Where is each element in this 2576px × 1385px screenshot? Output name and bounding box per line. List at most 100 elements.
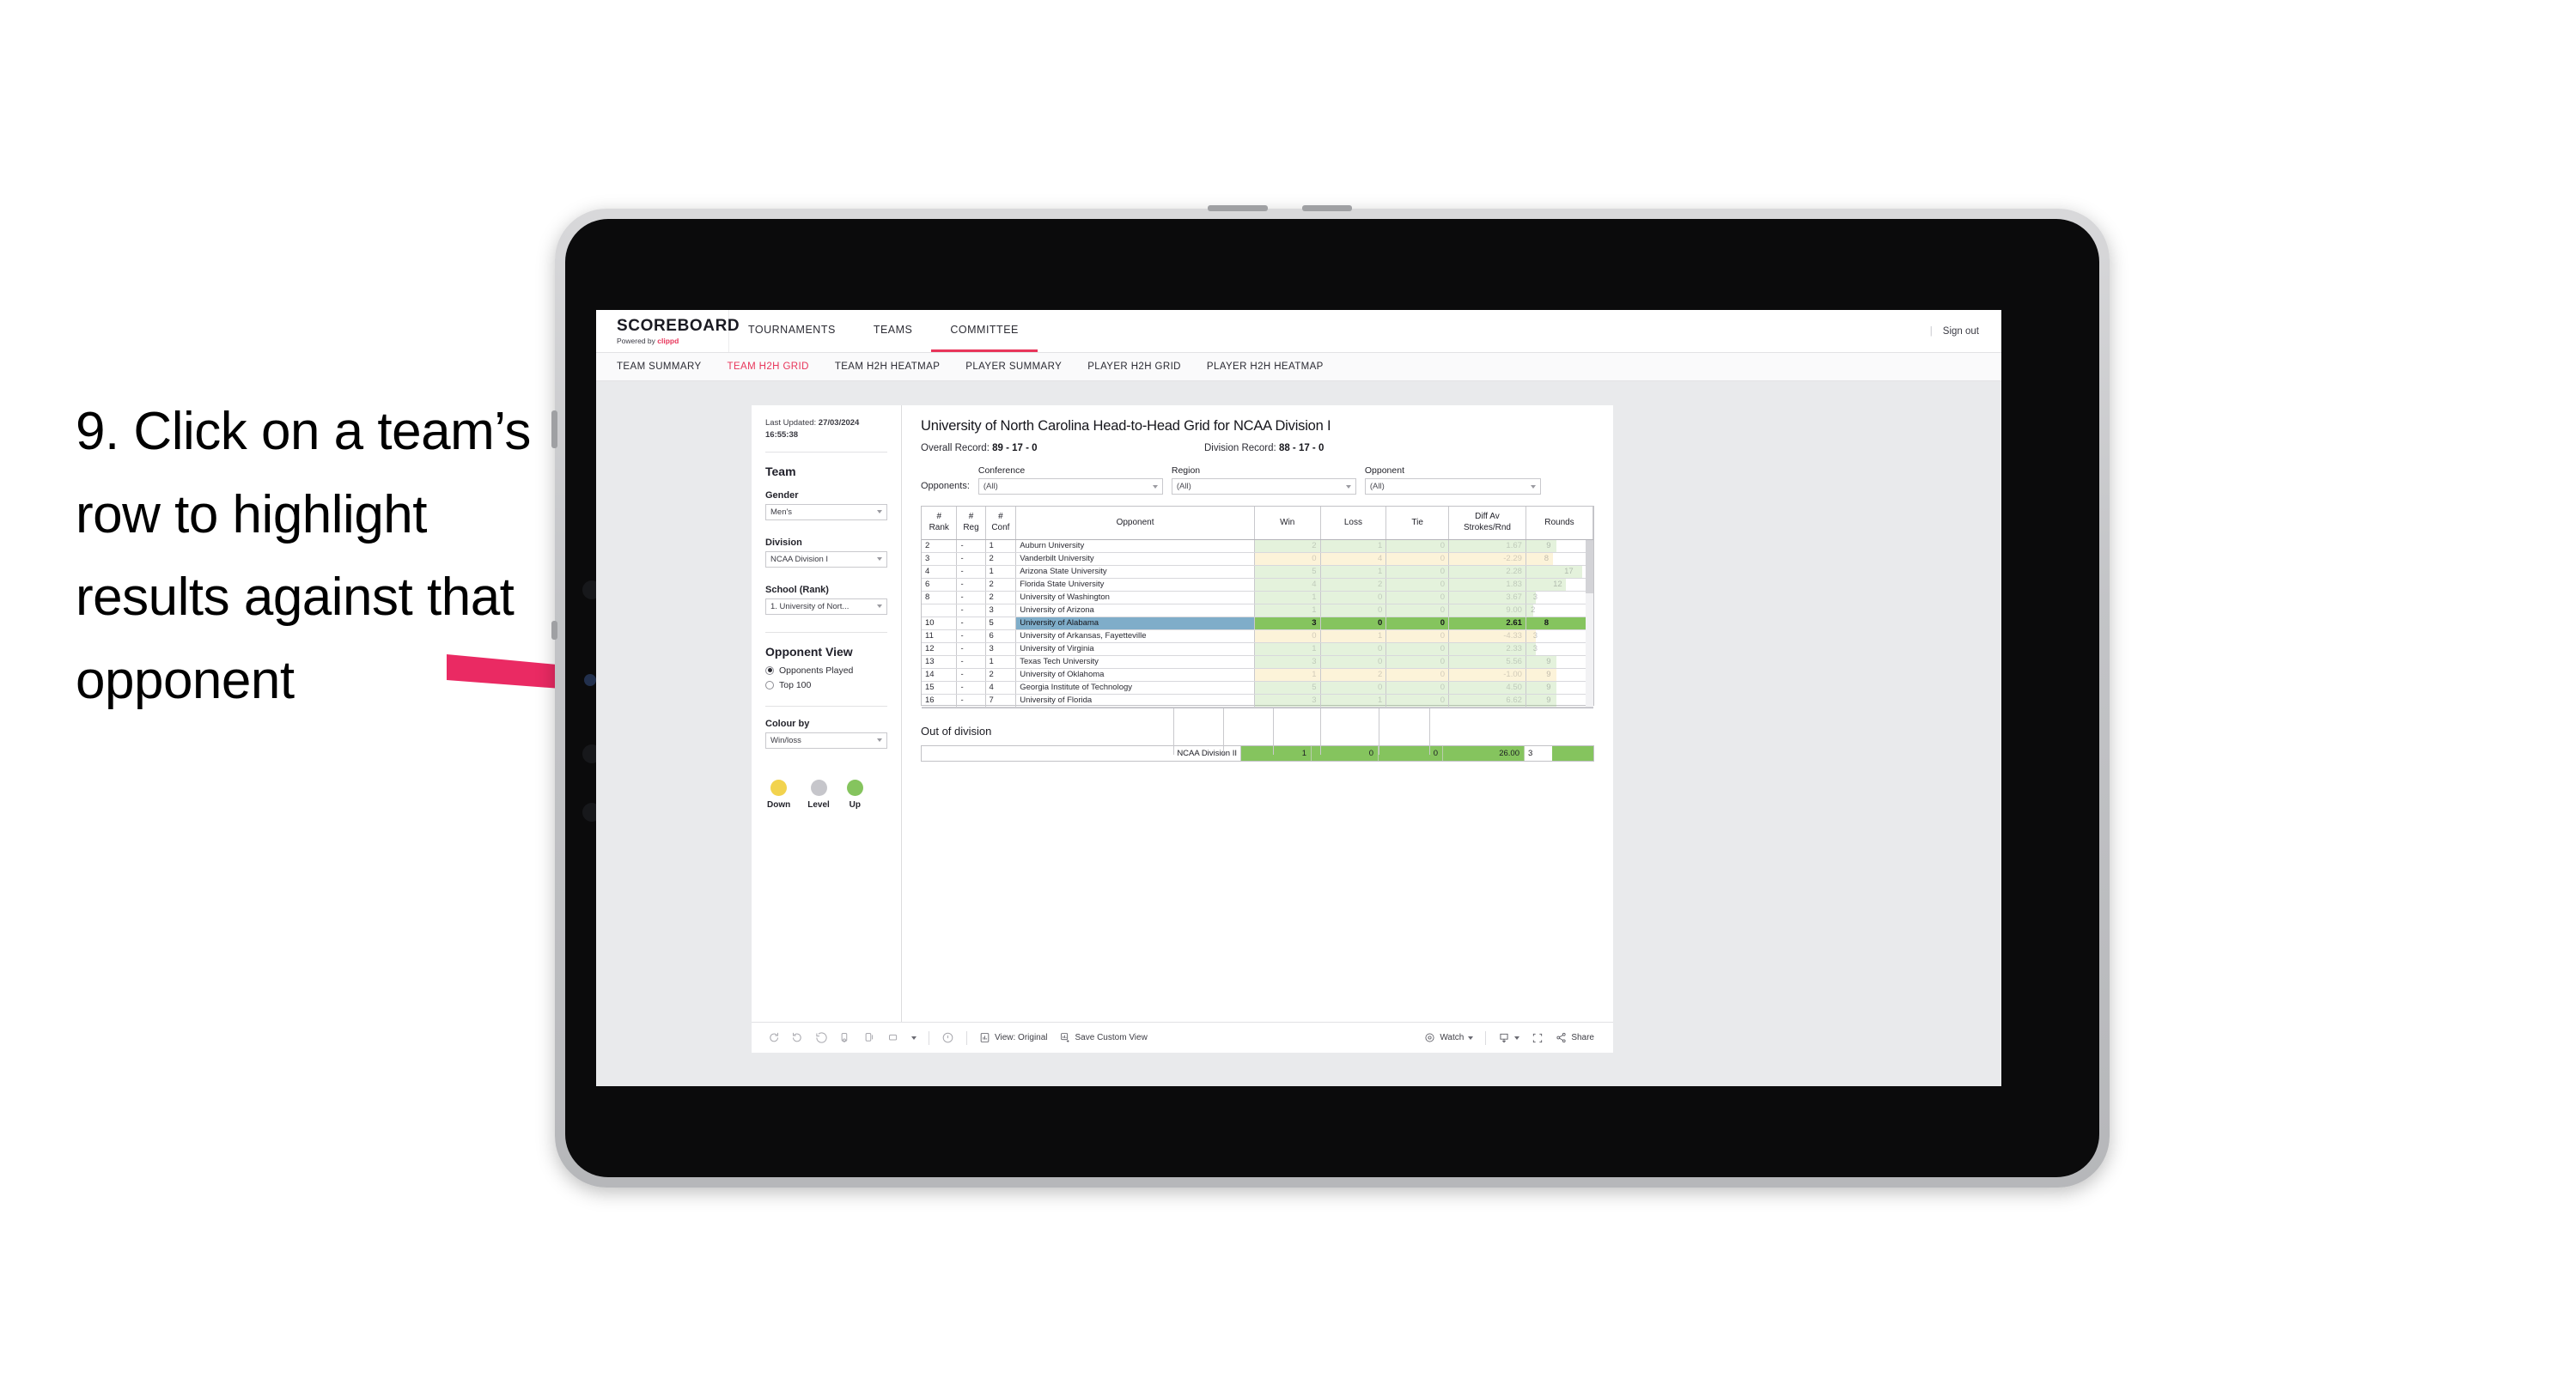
chevron-down-icon[interactable] — [911, 1036, 917, 1040]
region-select[interactable]: (All) — [1171, 478, 1356, 495]
fullscreen-icon[interactable] — [1532, 1032, 1544, 1044]
division-value: NCAA Division I — [770, 554, 829, 564]
header-divider: | — [1929, 325, 1933, 337]
grid-scrollbar[interactable] — [1586, 540, 1593, 707]
tab-team-summary[interactable]: TEAM SUMMARY — [617, 361, 702, 372]
radio-top-100-label: Top 100 — [779, 679, 812, 690]
cell-loss: 1 — [1320, 539, 1387, 553]
table-row[interactable]: 10-5 University of Alabama 3 0 0 2.61 8 — [922, 617, 1594, 630]
app-header: SCOREBOARD Powered by clippd TOURNAMENTS… — [596, 310, 2001, 353]
table-row[interactable]: 13-1 Texas Tech University 3 0 0 5.56 9 — [922, 655, 1594, 669]
cell-diff: -1.00 — [1448, 668, 1526, 682]
cell-loss: 2 — [1320, 668, 1387, 682]
dashboard-canvas: Last Updated: 27/03/2024 16:55:38 Team G… — [596, 381, 2001, 1086]
tab-player-summary[interactable]: PLAYER SUMMARY — [965, 361, 1062, 372]
chevron-down-icon[interactable] — [1514, 1036, 1520, 1040]
nav-teams[interactable]: TEAMS — [855, 310, 932, 352]
table-row[interactable]: 8-2 University of Washington 1 0 0 3.67 3 — [922, 591, 1594, 604]
redo-icon[interactable] — [791, 1031, 804, 1044]
overall-record-value: 89 - 17 - 0 — [992, 443, 1038, 453]
chevron-down-icon[interactable] — [1468, 1036, 1474, 1040]
help-icon[interactable] — [941, 1031, 954, 1044]
undo-icon[interactable] — [767, 1031, 780, 1044]
cell-conf: 2 — [985, 668, 1017, 682]
tab-team-h2h-grid[interactable]: TEAM H2H GRID — [728, 361, 809, 372]
cell-tie: 0 — [1385, 655, 1449, 669]
gender-select[interactable]: Men's — [765, 503, 887, 520]
legend-item-up: Up — [846, 779, 863, 810]
table-row[interactable]: -3 University of Arizona 1 0 0 9.00 2 — [922, 604, 1594, 617]
division-select[interactable]: NCAA Division I — [765, 550, 887, 568]
cell-reg: - — [956, 668, 986, 682]
refresh-icon[interactable] — [839, 1031, 852, 1044]
cell-rounds: 8 — [1526, 617, 1594, 630]
colour-by-select[interactable]: Win/loss — [765, 732, 887, 749]
header-right-cluster: | Sign out — [1930, 310, 2001, 352]
col-header-loss: Loss — [1320, 507, 1387, 540]
table-row[interactable]: 12-3 University of Virginia 1 0 0 2.33 3 — [922, 642, 1594, 656]
sign-out-link[interactable]: Sign out — [1943, 326, 1979, 337]
table-row[interactable]: 6-2 Florida State University 4 2 0 1.83 12 — [922, 578, 1594, 592]
share-button[interactable]: Share — [1556, 1032, 1594, 1043]
cell-diff: 2.61 — [1448, 617, 1526, 630]
primary-nav: TOURNAMENTS TEAMS COMMITTEE — [729, 310, 1038, 352]
chevron-down-icon — [1345, 484, 1351, 489]
device-top-button-1 — [1208, 205, 1268, 211]
cell-reg: - — [956, 565, 986, 579]
revert-icon[interactable] — [815, 1031, 828, 1044]
last-updated-label: Last Updated: — [765, 418, 817, 428]
tab-player-h2h-heatmap[interactable]: PLAYER H2H HEATMAP — [1207, 361, 1324, 372]
watch-button[interactable]: Watch — [1424, 1032, 1474, 1043]
nav-committee[interactable]: COMMITTEE — [931, 310, 1038, 352]
cell-diff: 5.56 — [1448, 655, 1526, 669]
region-value: (All) — [1176, 482, 1191, 491]
table-row[interactable]: 15-4 Georgia Institute of Technology 5 0 0 4.… — [922, 681, 1594, 695]
sensor-dot-icon — [584, 674, 596, 686]
view-original-button[interactable]: View: Original — [979, 1032, 1048, 1043]
pause-icon[interactable] — [863, 1031, 876, 1044]
pan-icon[interactable] — [887, 1031, 900, 1044]
h2h-grid[interactable]: # Rank # Reg # Conf Opponent Win Loss Tie D… — [921, 506, 1594, 755]
cell-tie: 0 — [1385, 629, 1449, 643]
conference-select[interactable]: (All) — [977, 478, 1163, 495]
gender-value: Men's — [770, 507, 793, 517]
table-row[interactable]: 16-7 University of Florida 3 1 0 6.62 9 — [922, 694, 1594, 708]
tab-player-h2h-grid[interactable]: PLAYER H2H GRID — [1087, 361, 1181, 372]
cell-tie: 0 — [1385, 552, 1449, 566]
viz-main-pane: University of North Carolina Head-to-Hea… — [902, 405, 1613, 1022]
cell-reg: - — [956, 604, 986, 617]
legend-dot-down — [770, 779, 788, 796]
cell-loss: 0 — [1320, 642, 1387, 656]
table-row[interactable]: 11-6 University of Arkansas, Fayetteville… — [922, 629, 1594, 643]
radio-top-100[interactable]: Top 100 — [765, 680, 887, 690]
radio-opponents-played-label: Opponents Played — [779, 665, 854, 676]
cell-opponent: Auburn University — [1015, 539, 1255, 553]
cell-win: 1 — [1254, 668, 1321, 682]
grid-scrollbar-thumb[interactable] — [1586, 540, 1593, 593]
chevron-down-icon — [877, 738, 882, 743]
cell-opponent: University of Virginia — [1015, 642, 1255, 656]
cell-win: 4 — [1254, 578, 1321, 592]
radio-opponents-played[interactable]: Opponents Played — [765, 665, 887, 676]
radio-icon — [765, 680, 774, 689]
cell-reg: - — [956, 642, 986, 656]
cell-rank: 6 — [922, 578, 958, 592]
brand-logo[interactable]: SCOREBOARD Powered by clippd — [596, 310, 740, 352]
legend-label-level: Level — [807, 799, 830, 810]
col-header-win: Win — [1254, 507, 1321, 540]
school-label: School (Rank) — [765, 584, 829, 595]
table-row[interactable]: 14-2 University of Oklahoma 1 2 0 -1.00 9 — [922, 668, 1594, 682]
opponent-select[interactable]: (All) — [1364, 478, 1541, 495]
nav-tournaments[interactable]: TOURNAMENTS — [729, 310, 855, 352]
download-button[interactable] — [1498, 1032, 1520, 1044]
table-row[interactable]: 3-2 Vanderbilt University 0 4 0 -2.29 8 — [922, 552, 1594, 566]
col-header-rank: # Rank — [922, 507, 958, 540]
table-row[interactable]: 4-1 Arizona State University 5 1 0 2.28 17 — [922, 565, 1594, 579]
table-row[interactable]: 2-1 Auburn University 2 1 0 1.67 9 — [922, 539, 1594, 553]
school-select[interactable]: 1. University of Nort... — [765, 598, 887, 615]
save-custom-view-button[interactable]: Save Custom View — [1060, 1032, 1148, 1043]
chevron-down-icon — [1530, 484, 1536, 489]
cell-conf: 1 — [985, 655, 1017, 669]
tab-team-h2h-heatmap[interactable]: TEAM H2H HEATMAP — [835, 361, 940, 372]
cell-rounds: 17 — [1526, 565, 1594, 579]
